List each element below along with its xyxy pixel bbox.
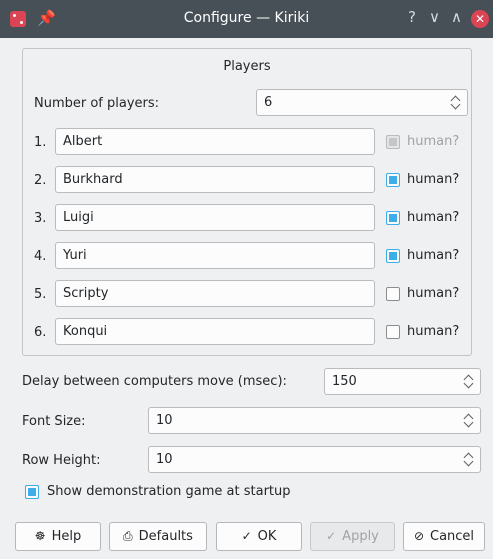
num-players-value: 6 bbox=[264, 95, 273, 110]
player-name-field[interactable]: Scripty bbox=[55, 280, 375, 307]
players-group-title: Players bbox=[223, 59, 271, 74]
cancel-button[interactable]: ⊘ Cancel bbox=[403, 522, 485, 551]
font-size-spinbox[interactable]: 10 bbox=[148, 407, 481, 434]
human-checkbox[interactable] bbox=[386, 173, 400, 187]
player-index: 4. bbox=[34, 249, 47, 264]
row-height-label: Row Height: bbox=[22, 453, 101, 468]
cancel-button-label: Cancel bbox=[430, 529, 475, 544]
apply-button[interactable]: ✓ Apply bbox=[310, 522, 395, 551]
human-checkbox-label[interactable]: human? bbox=[407, 247, 459, 265]
player-name-field[interactable]: Burkhard bbox=[55, 166, 375, 193]
player-name-field[interactable]: Luigi bbox=[55, 204, 375, 231]
human-checkbox[interactable] bbox=[386, 249, 400, 263]
ok-button[interactable]: ✓ OK bbox=[216, 522, 302, 551]
demo-label[interactable]: Show demonstration game at startup bbox=[47, 483, 291, 501]
player-index: 1. bbox=[34, 135, 47, 150]
help-icon: ☸ bbox=[34, 529, 46, 543]
player-index: 6. bbox=[34, 325, 47, 340]
help-button-label: Help bbox=[51, 529, 82, 544]
help-icon[interactable]: ? bbox=[408, 8, 416, 26]
human-checkbox bbox=[386, 135, 400, 149]
defaults-button-label: Defaults bbox=[138, 529, 193, 544]
human-checkbox-label[interactable]: human? bbox=[407, 323, 459, 341]
ok-button-label: OK bbox=[257, 529, 277, 544]
human-checkbox-label[interactable]: human? bbox=[407, 209, 459, 227]
player-index: 2. bbox=[34, 173, 47, 188]
font-size-label: Font Size: bbox=[22, 414, 86, 429]
check-icon: ✓ bbox=[326, 529, 337, 543]
row-height-value: 10 bbox=[156, 452, 173, 467]
player-index: 5. bbox=[34, 287, 47, 302]
human-checkbox[interactable] bbox=[386, 325, 400, 339]
cancel-icon: ⊘ bbox=[413, 529, 424, 543]
maximize-icon[interactable]: ∧ bbox=[451, 8, 462, 26]
row-height-spinbox[interactable]: 10 bbox=[148, 446, 481, 473]
font-size-value: 10 bbox=[156, 413, 173, 428]
human-checkbox-label[interactable]: human? bbox=[407, 171, 459, 189]
spin-arrows-icon[interactable] bbox=[464, 411, 474, 430]
title-bar[interactable]: 📌 Configure — Kiriki ? ∨ ∧ ✕ bbox=[0, 0, 493, 38]
delay-value: 150 bbox=[332, 374, 357, 389]
human-checkbox[interactable] bbox=[386, 211, 400, 225]
player-name-field[interactable]: Albert bbox=[55, 128, 375, 155]
num-players-spinbox[interactable]: 6 bbox=[256, 89, 468, 116]
defaults-button[interactable]: ⎙ Defaults bbox=[109, 522, 207, 551]
human-checkbox-label: human? bbox=[407, 134, 460, 149]
human-checkbox[interactable] bbox=[386, 287, 400, 301]
minimize-icon[interactable]: ∨ bbox=[429, 8, 440, 26]
help-button[interactable]: ☸ Help bbox=[15, 522, 101, 551]
delay-spinbox[interactable]: 150 bbox=[324, 368, 481, 395]
spin-arrows-icon[interactable] bbox=[464, 450, 474, 469]
spin-arrows-icon[interactable] bbox=[451, 93, 461, 112]
window-title: Configure — Kiriki bbox=[183, 10, 310, 26]
player-name-field[interactable]: Yuri bbox=[55, 242, 375, 269]
spin-arrows-icon[interactable] bbox=[464, 372, 474, 391]
player-name-field[interactable]: Konqui bbox=[55, 318, 375, 345]
num-players-label: Number of players: bbox=[34, 96, 160, 111]
check-icon: ✓ bbox=[241, 529, 252, 543]
defaults-icon: ⎙ bbox=[123, 529, 133, 543]
close-icon[interactable]: ✕ bbox=[471, 10, 489, 28]
player-index: 3. bbox=[34, 211, 47, 226]
demo-checkbox[interactable] bbox=[25, 485, 39, 499]
human-checkbox-label[interactable]: human? bbox=[407, 285, 459, 303]
apply-button-label: Apply bbox=[342, 529, 379, 544]
delay-label: Delay between computers move (msec): bbox=[22, 374, 287, 389]
